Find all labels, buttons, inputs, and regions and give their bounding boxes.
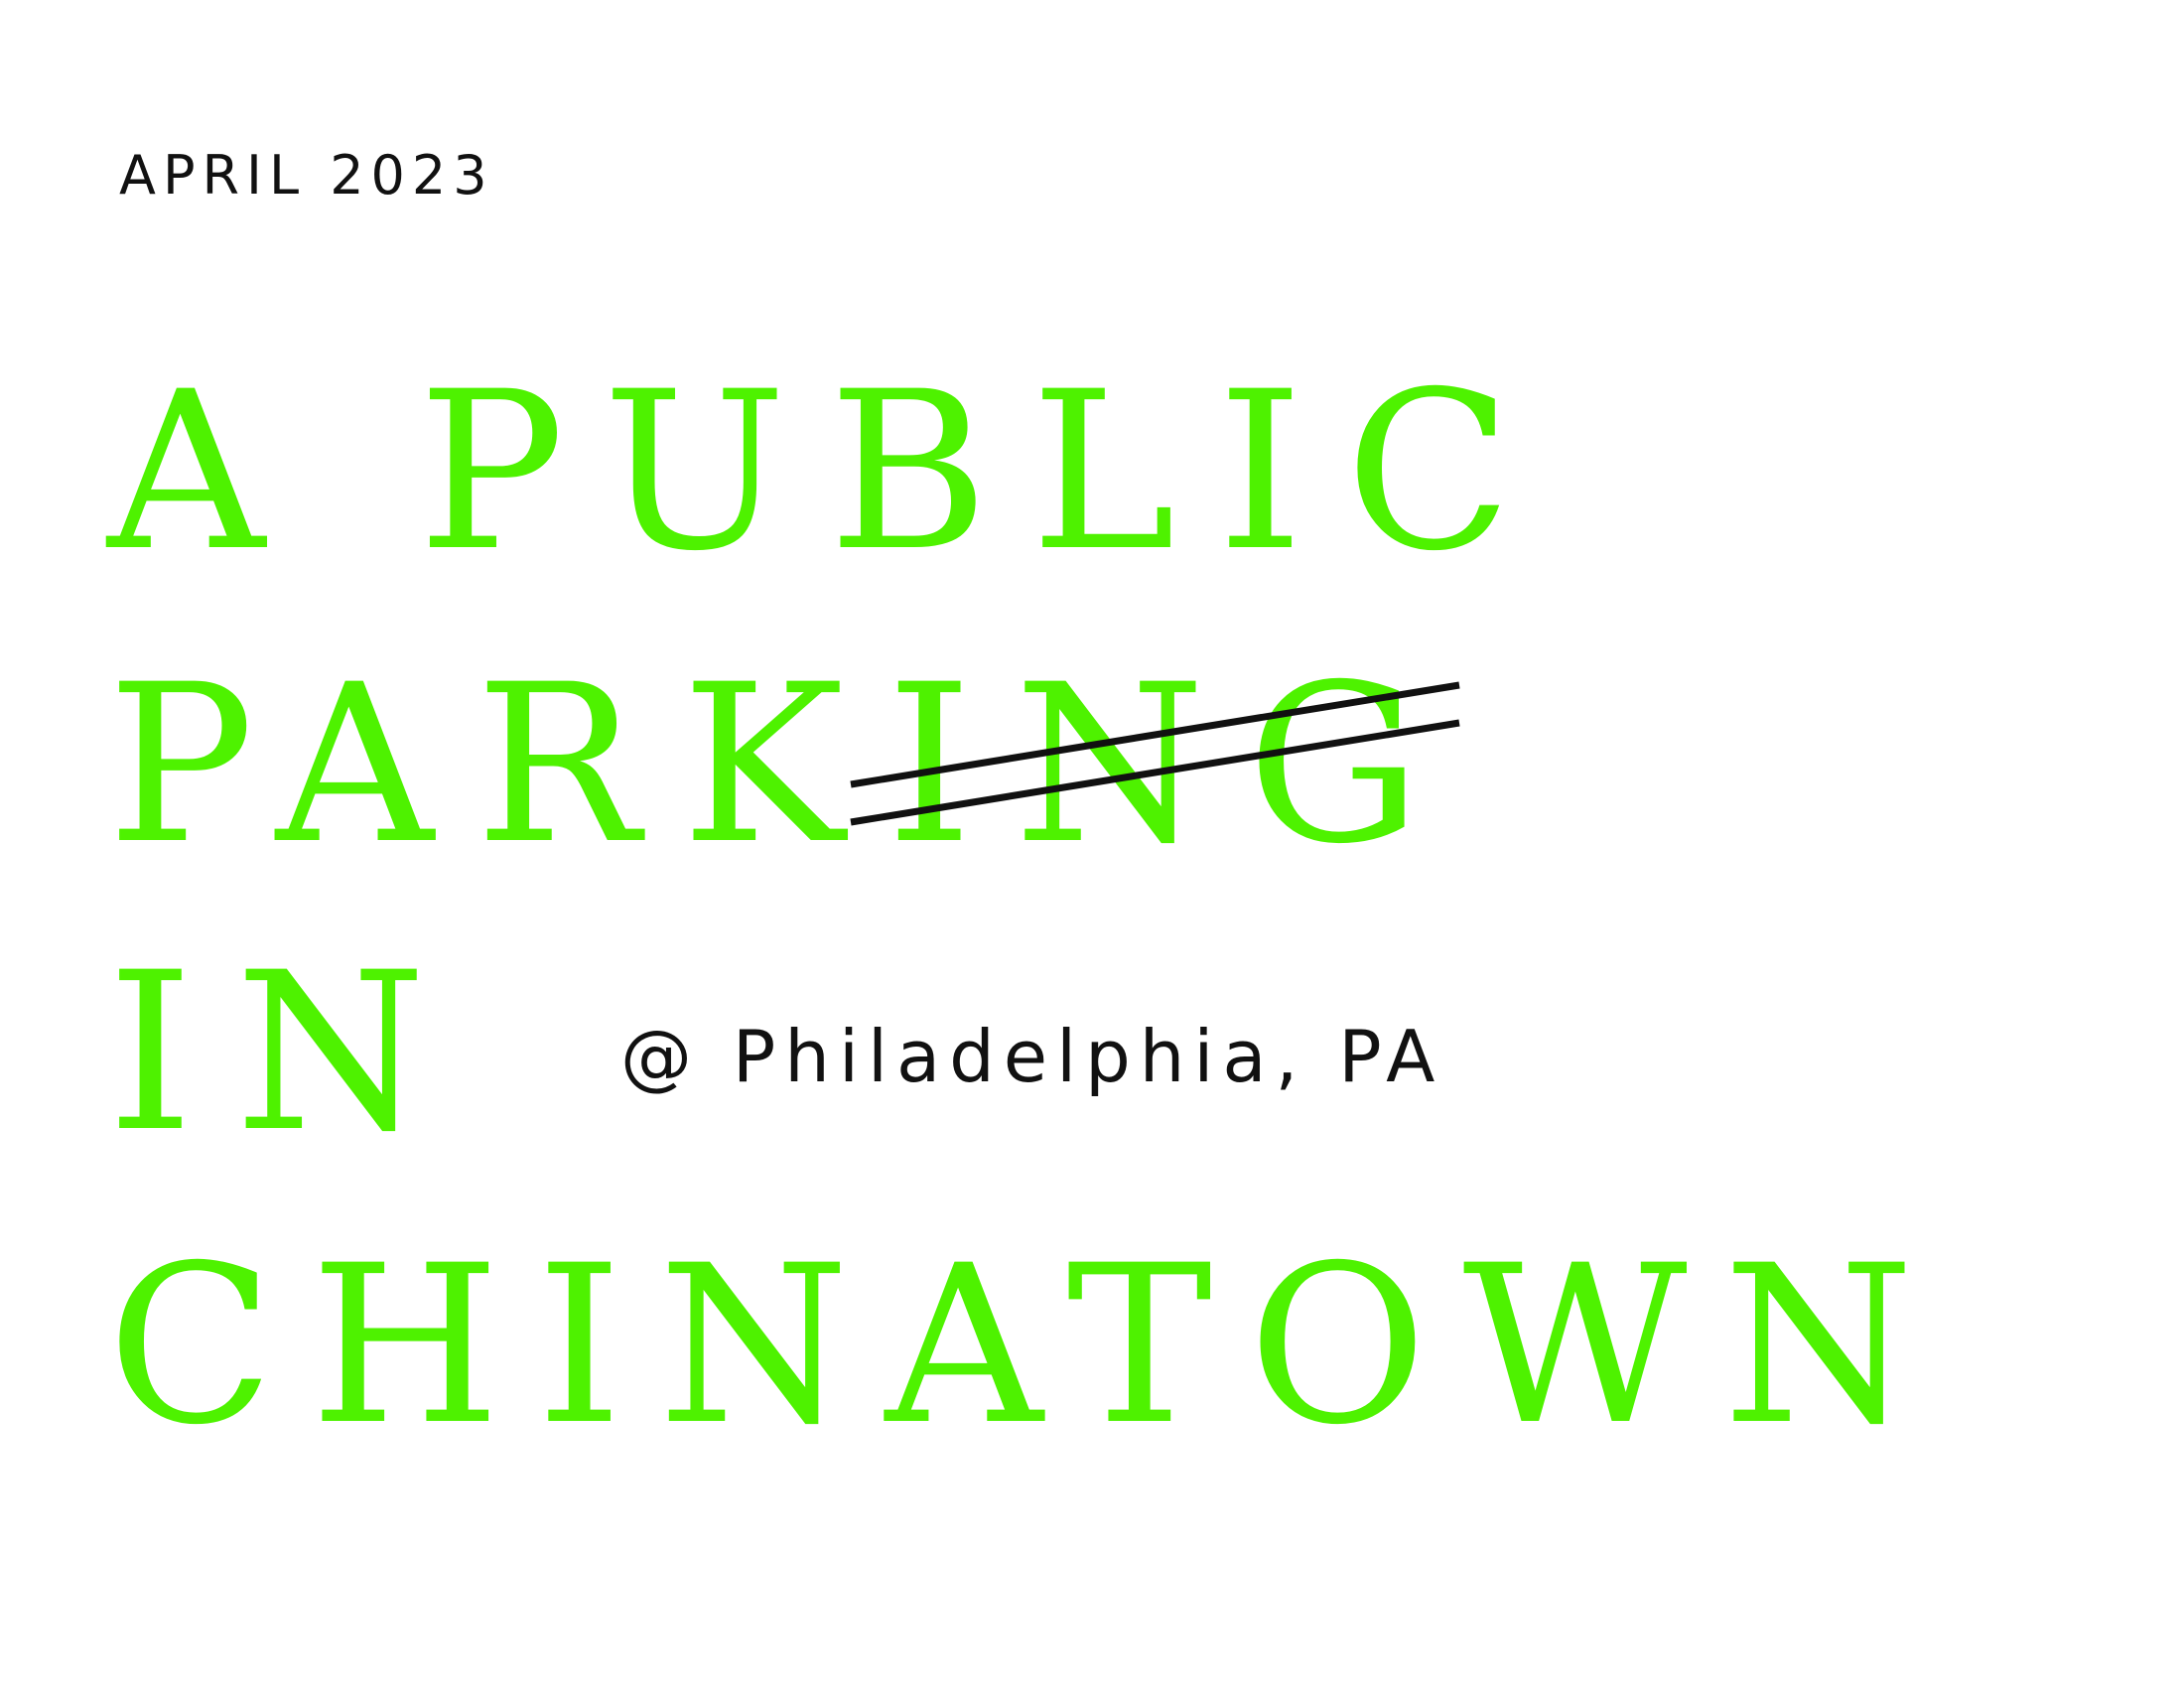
date-label: APRIL 2023 [119, 144, 494, 207]
strikethrough-lines [850, 681, 1460, 826]
title-line-1: A PUBLIC [107, 345, 1555, 599]
title-line-4: CHINATOWN [107, 1218, 1951, 1473]
location-label: @ Philadelphia, PA [620, 1015, 1444, 1098]
title-line-3: IN [107, 925, 469, 1180]
title-kept-word: PARK [107, 637, 887, 892]
